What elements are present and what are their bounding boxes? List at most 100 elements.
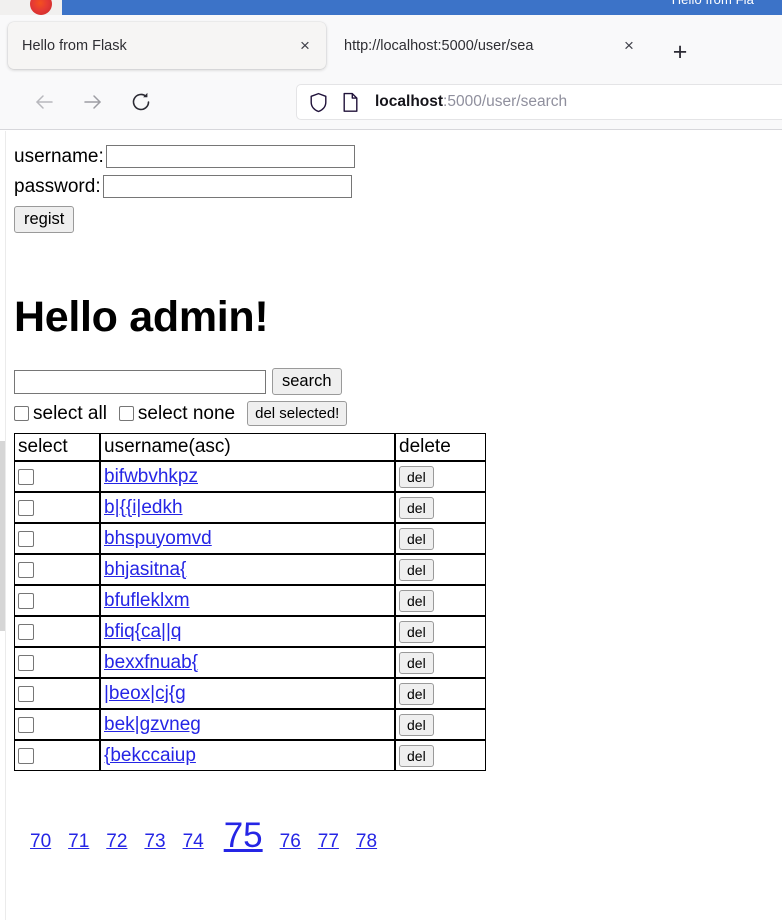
delete-row-button[interactable]: del <box>399 713 434 736</box>
delete-row-button[interactable]: del <box>399 620 434 643</box>
row-select-cell <box>14 585 100 616</box>
row-select-cell <box>14 709 100 740</box>
table-row: bhjasitna{ del <box>14 554 486 585</box>
pagination-page-link[interactable]: 73 <box>144 831 165 853</box>
shield-icon <box>309 92 328 113</box>
url-text: localhost:5000/user/search <box>375 93 567 111</box>
row-username-cell: bek|gzvneg <box>100 709 395 740</box>
delete-row-button[interactable]: del <box>399 465 434 488</box>
column-header-select: select <box>14 433 100 461</box>
user-table: select username(asc) delete bifwbvhkpz de… <box>14 433 486 771</box>
username-link[interactable]: bexxfnuab{ <box>104 652 198 673</box>
table-row: bfiq{ca||q del <box>14 616 486 647</box>
row-delete-cell: del <box>395 523 486 554</box>
search-button[interactable]: search <box>272 368 342 395</box>
row-checkbox[interactable] <box>18 592 34 609</box>
regist-button[interactable]: regist <box>14 206 75 233</box>
page-content: username: password: regist Hello admin! … <box>0 131 782 920</box>
username-link[interactable]: bfufleklxm <box>104 590 190 611</box>
table-body: bifwbvhkpz del b|{{i|edkh del bhspuyomvd del b… <box>14 461 486 771</box>
pagination-page-link[interactable]: 76 <box>280 831 301 853</box>
column-header-username[interactable]: username(asc) <box>100 433 395 461</box>
forward-arrow-icon[interactable] <box>76 85 110 119</box>
table-row: bek|gzvneg del <box>14 709 486 740</box>
row-username-cell: bhspuyomvd <box>100 523 395 554</box>
delete-row-button[interactable]: del <box>399 527 434 550</box>
username-link[interactable]: {bekccaiup <box>104 745 196 766</box>
row-checkbox[interactable] <box>18 685 34 702</box>
row-checkbox[interactable] <box>18 468 34 485</box>
username-link[interactable]: bhspuyomvd <box>104 528 212 549</box>
row-username-cell: bhjasitna{ <box>100 554 395 585</box>
row-username-cell: {bekccaiup <box>100 740 395 771</box>
row-checkbox[interactable] <box>18 530 34 547</box>
pagination-page-link[interactable]: 77 <box>318 831 339 853</box>
row-delete-cell: del <box>395 616 486 647</box>
delete-row-button[interactable]: del <box>399 682 434 705</box>
username-link[interactable]: b|{{i|edkh <box>104 497 183 518</box>
url-path: :5000/user/search <box>443 93 568 110</box>
row-select-cell <box>14 523 100 554</box>
table-row: bhspuyomvd del <box>14 523 486 554</box>
username-link[interactable]: bifwbvhkpz <box>104 466 198 487</box>
username-link[interactable]: |beox|cj{g <box>104 683 186 704</box>
search-row: search <box>14 368 342 395</box>
pagination-page-link[interactable]: 72 <box>106 831 127 853</box>
pagination-page-link[interactable]: 74 <box>183 831 204 853</box>
column-header-delete: delete <box>395 433 486 461</box>
row-username-cell: b|{{i|edkh <box>100 492 395 523</box>
select-all-checkbox[interactable] <box>14 406 29 421</box>
row-checkbox[interactable] <box>18 716 34 733</box>
delete-row-button[interactable]: del <box>399 651 434 674</box>
username-input[interactable] <box>105 145 355 168</box>
browser-tab-active[interactable]: Hello from Flask × <box>8 22 326 69</box>
delete-selected-button[interactable]: del selected! <box>247 401 348 426</box>
row-checkbox[interactable] <box>18 561 34 578</box>
username-link[interactable]: bfiq{ca||q <box>104 621 181 642</box>
url-host: localhost <box>375 93 444 110</box>
row-delete-cell: del <box>395 492 486 523</box>
search-input[interactable] <box>14 369 266 394</box>
pagination-current-page[interactable]: 75 <box>224 816 263 856</box>
row-checkbox[interactable] <box>18 654 34 671</box>
reload-icon[interactable] <box>124 85 158 119</box>
select-none-checkbox[interactable] <box>118 406 134 421</box>
close-icon[interactable]: × <box>290 31 320 61</box>
delete-row-button[interactable]: del <box>399 589 434 612</box>
row-delete-cell: del <box>395 647 486 678</box>
delete-row-button[interactable]: del <box>399 744 434 767</box>
table-row: bifwbvhkpz del <box>14 461 486 492</box>
row-select-cell <box>14 554 100 585</box>
pagination-page-link[interactable]: 78 <box>356 831 377 853</box>
username-label: username: <box>14 146 104 167</box>
new-tab-button[interactable]: + <box>665 37 695 67</box>
row-checkbox[interactable] <box>18 499 34 516</box>
table-head: select username(asc) delete <box>14 433 486 461</box>
row-delete-cell: del <box>395 709 486 740</box>
tab-title: Hello from Flask <box>22 37 127 54</box>
row-username-cell: bifwbvhkpz <box>100 461 395 492</box>
address-bar[interactable]: localhost:5000/user/search <box>296 84 782 120</box>
password-input[interactable] <box>102 175 352 198</box>
row-select-cell <box>14 740 100 771</box>
row-select-cell <box>14 647 100 678</box>
browser-tab-inactive[interactable]: http://localhost:5000/user/sea × <box>330 22 650 69</box>
tab-title: http://localhost:5000/user/sea <box>344 37 534 54</box>
username-link[interactable]: bhjasitna{ <box>104 559 186 580</box>
table-row: |beox|cj{g del <box>14 678 486 709</box>
window-titlebar: Hello from Fla <box>0 0 782 15</box>
username-link[interactable]: bek|gzvneg <box>104 714 201 735</box>
back-arrow-icon[interactable] <box>27 85 61 119</box>
row-checkbox[interactable] <box>18 747 34 764</box>
row-checkbox[interactable] <box>18 623 34 640</box>
browser-chrome: Hello from Flask × http://localhost:5000… <box>0 15 782 130</box>
pagination-page-link[interactable]: 70 <box>30 831 51 853</box>
pagination-page-link[interactable]: 71 <box>68 831 89 853</box>
delete-row-button[interactable]: del <box>399 558 434 581</box>
select-all-label: select all <box>33 403 107 424</box>
close-icon[interactable]: × <box>614 31 644 61</box>
row-delete-cell: del <box>395 740 486 771</box>
page-edge-shade <box>0 441 5 631</box>
row-username-cell: bexxfnuab{ <box>100 647 395 678</box>
delete-row-button[interactable]: del <box>399 496 434 519</box>
